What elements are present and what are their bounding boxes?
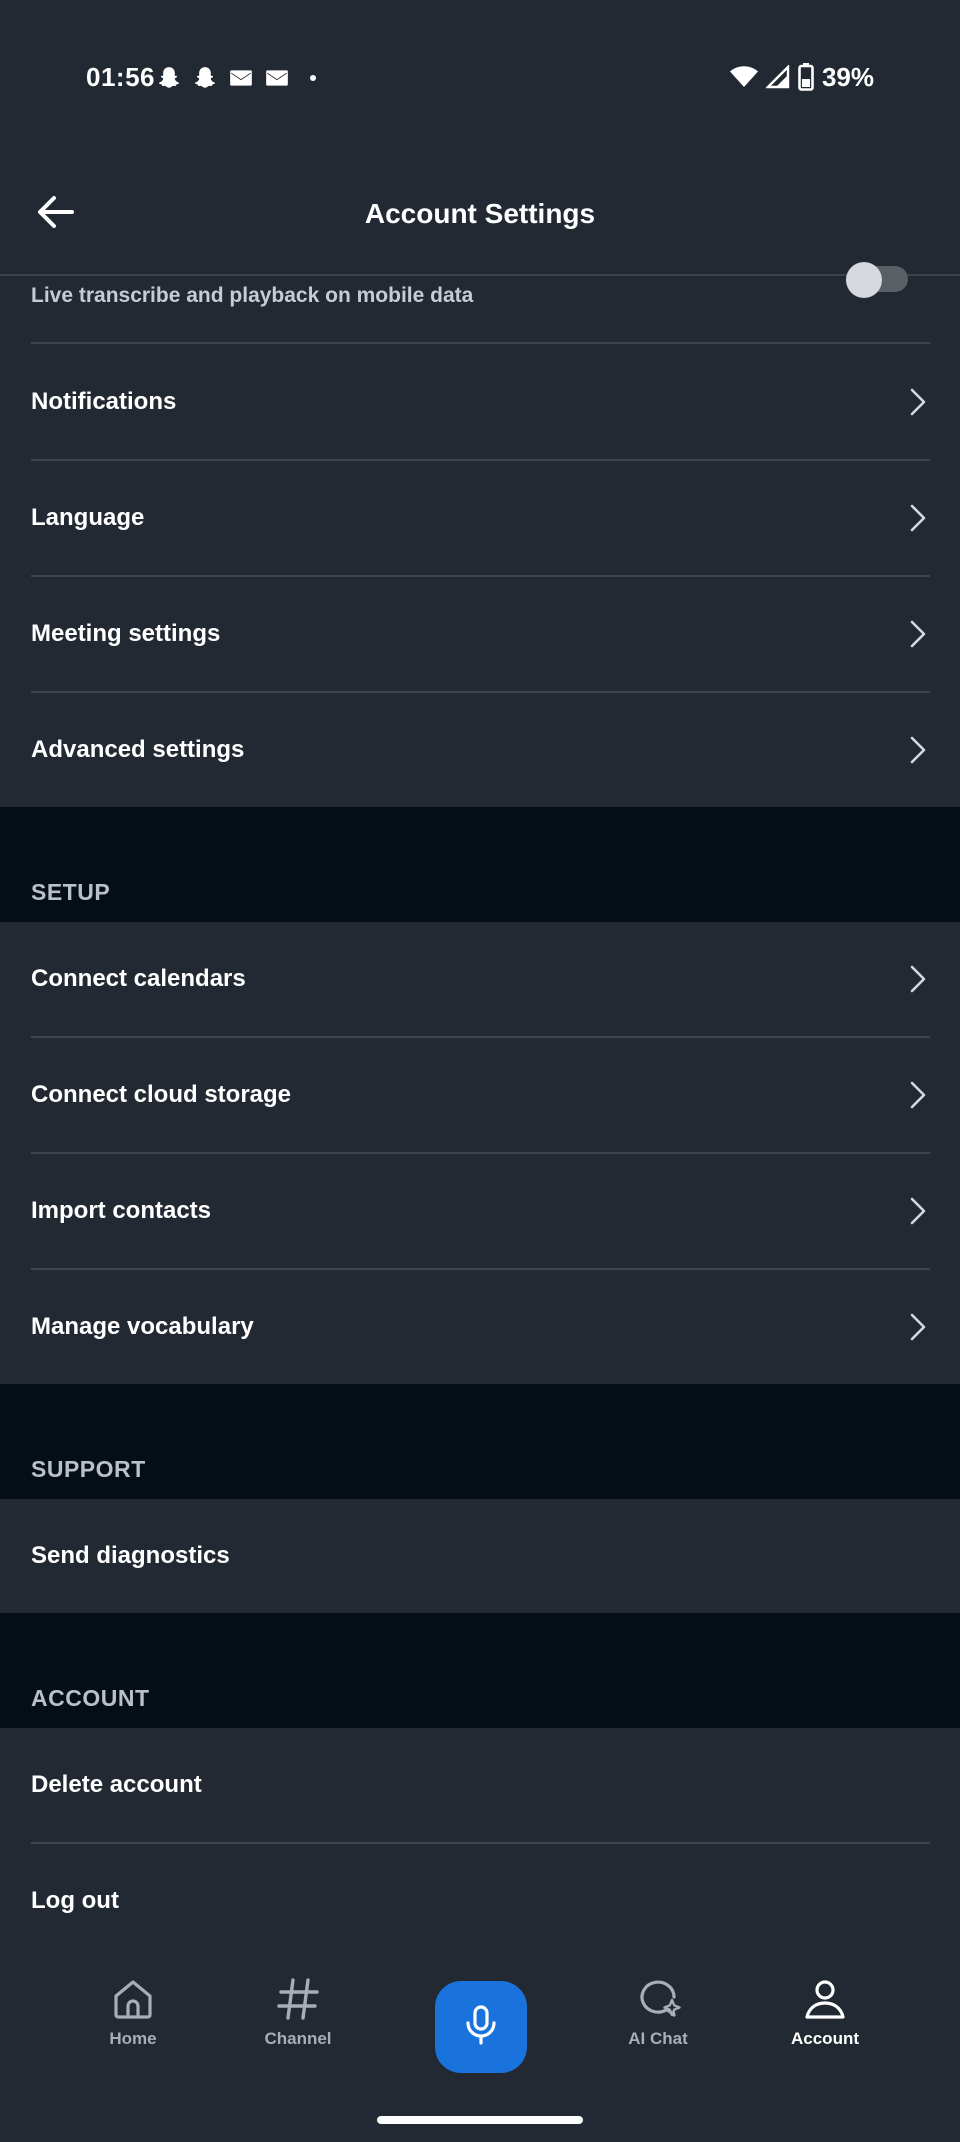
settings-item-label: Connect calendars — [31, 965, 246, 992]
microphone-icon — [461, 2003, 501, 2052]
settings-item-connect-cloud-storage[interactable]: Connect cloud storage — [0, 1038, 960, 1152]
settings-item-label: Language — [31, 504, 145, 531]
settings-item-label: Import contacts — [31, 1197, 212, 1224]
system-status-icons: 39% — [729, 60, 874, 94]
toggle-thumb — [846, 262, 882, 298]
settings-item-label: Notifications — [31, 388, 177, 415]
section-header-setup: SETUP — [0, 807, 960, 922]
section-header-support: SUPPORT — [0, 1384, 960, 1499]
chevron-right-icon — [910, 504, 926, 532]
chevron-right-icon — [910, 1313, 926, 1341]
settings-item-notifications[interactable]: Notifications — [0, 344, 960, 459]
chevron-right-icon — [910, 1081, 926, 1109]
bottom-navigation: Home Channel AI Chat Account — [0, 1955, 960, 2142]
settings-item-send-diagnostics[interactable]: Send diagnostics — [0, 1499, 960, 1613]
nav-ai-chat[interactable]: AI Chat — [598, 1975, 718, 2085]
settings-item-log-out[interactable]: Log out — [0, 1844, 960, 1955]
battery-icon — [798, 63, 814, 91]
nav-label: Home — [109, 2029, 157, 2048]
mobile-data-setting-description: Live transcribe and playback on mobile d… — [31, 284, 474, 307]
app-screen: 01:56 39% Account Settings Live transcri… — [0, 0, 960, 2142]
section-title: SUPPORT — [31, 1456, 146, 1482]
chevron-right-icon — [910, 965, 926, 993]
snapchat-icon — [192, 65, 218, 91]
nav-label: AI Chat — [628, 2029, 688, 2048]
header-divider — [0, 274, 960, 276]
more-notifications-dot — [310, 75, 316, 81]
nav-home[interactable]: Home — [73, 1975, 193, 2085]
settings-item-language[interactable]: Language — [0, 461, 960, 575]
app-header: Account Settings — [0, 150, 960, 275]
mobile-data-toggle[interactable] — [846, 262, 908, 298]
battery-percent: 39% — [821, 61, 874, 92]
wifi-icon — [729, 65, 758, 89]
person-icon — [801, 1975, 849, 2023]
nav-label: Account — [791, 2029, 859, 2048]
settings-item-manage-vocabulary[interactable]: Manage vocabulary — [0, 1270, 960, 1384]
settings-item-meeting-settings[interactable]: Meeting settings — [0, 577, 960, 691]
chevron-right-icon — [910, 1197, 926, 1225]
settings-item-label: Connect cloud storage — [31, 1081, 292, 1108]
settings-item-label: Meeting settings — [31, 620, 221, 647]
chevron-right-icon — [910, 388, 926, 416]
settings-item-label: Log out — [31, 1887, 119, 1914]
settings-item-import-contacts[interactable]: Import contacts — [0, 1154, 960, 1268]
snapchat-icon — [156, 65, 182, 91]
cell-signal-icon — [765, 65, 790, 89]
nav-account[interactable]: Account — [765, 1975, 885, 2085]
nav-channel[interactable]: Channel — [238, 1975, 358, 2085]
settings-item-label: Advanced settings — [31, 736, 245, 763]
status-bar: 01:56 39% — [0, 0, 960, 150]
record-button[interactable] — [435, 1981, 527, 2073]
settings-item-label: Send diagnostics — [31, 1542, 230, 1569]
home-indicator[interactable] — [377, 2116, 583, 2124]
settings-item-delete-account[interactable]: Delete account — [0, 1728, 960, 1842]
settings-item-label: Delete account — [31, 1771, 202, 1798]
section-title: ACCOUNT — [31, 1685, 150, 1711]
notification-icons — [156, 62, 316, 94]
chevron-right-icon — [910, 620, 926, 648]
settings-item-connect-calendars[interactable]: Connect calendars — [0, 922, 960, 1036]
ai-chat-icon — [634, 1975, 682, 2023]
settings-item-advanced-settings[interactable]: Advanced settings — [0, 693, 960, 807]
status-time: 01:56 — [86, 62, 155, 92]
hashtag-icon — [274, 1975, 322, 2023]
settings-item-label: Manage vocabulary — [31, 1313, 254, 1340]
nav-label: Channel — [264, 2029, 332, 2048]
page-title: Account Settings — [364, 198, 596, 229]
gmail-icon — [264, 65, 290, 91]
home-icon — [109, 1975, 157, 2023]
section-title: SETUP — [31, 879, 111, 905]
gmail-icon — [228, 65, 254, 91]
section-header-account: ACCOUNT — [0, 1613, 960, 1728]
chevron-right-icon — [910, 736, 926, 764]
